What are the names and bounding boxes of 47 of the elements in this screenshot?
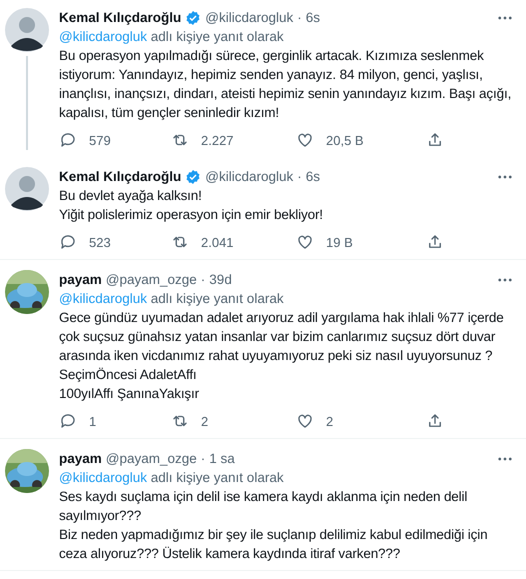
like-count: 2 bbox=[326, 414, 334, 428]
retweet-count: 2.041 bbox=[201, 234, 234, 250]
heart-icon[interactable] bbox=[296, 233, 314, 251]
tweet-time[interactable]: 6s bbox=[306, 8, 320, 27]
tweet-text: Ses kaydı suçlama için delil ise kamera kaydı aklanma için neden delil sayılmıyor??? bbox=[59, 488, 468, 525]
reply-count: 579 bbox=[89, 132, 111, 148]
separator-dot: · bbox=[297, 168, 302, 186]
separator-dot: · bbox=[200, 271, 206, 289]
tweet-text: Bu devlet ayağa kalksın! bbox=[59, 187, 203, 205]
retweet-count: 2 bbox=[201, 414, 208, 428]
author-handle[interactable]: @payam_ozge bbox=[106, 449, 197, 468]
author-name[interactable]: payam bbox=[59, 270, 102, 289]
heart-icon[interactable] bbox=[296, 412, 314, 430]
author-name[interactable]: Kemal Kılıçdaroğlu bbox=[59, 167, 182, 186]
reply-context: @kilicdarogluk adlı kişiye yanıt olarak bbox=[59, 469, 285, 487]
reply-icon[interactable] bbox=[59, 412, 77, 430]
tweet-text: SeçimÖncesi AdaletAffı bbox=[59, 366, 198, 384]
author-handle[interactable]: @kilicdarogluk bbox=[205, 8, 294, 27]
avatar-icon[interactable] bbox=[5, 8, 49, 52]
separator-dot: · bbox=[297, 9, 302, 27]
tweet-text: Gece gündüz uyumadan adalet arıyoruz adil yargılama hak ihlali %77 içerde çok suçsuz günahsız yatan insanlar var bizim canlarımız suçsuz dört duvar arasında iken vicdanımız rahat uyuyamıyoruz peki siz nasıl uyuyorsunuz ? bbox=[59, 309, 505, 365]
tweet-time[interactable]: 39d bbox=[209, 270, 232, 289]
separator-dot: · bbox=[200, 450, 206, 468]
heart-icon[interactable] bbox=[296, 131, 314, 149]
tweet-time[interactable]: 6s bbox=[306, 167, 320, 186]
author-name[interactable]: Kemal Kılıçdaroğlu bbox=[59, 8, 182, 27]
tweet-text: Bu operasyon yapılmadığı sürece, gerginlik artacak. Kızımıza seslenmek istiyorum: Yanındayız, hepimiz senden yanayız. 84 milyon, genci, yaşlısı, inançlısı, inançsızı, dindarı, ateisti hepimiz senin yanındayız kızım. Başı açığı, kapalısı, tüm gençler seninledir kızım! bbox=[59, 47, 512, 122]
reply-icon[interactable] bbox=[59, 131, 77, 149]
author-name[interactable]: payam bbox=[59, 449, 102, 468]
tweet-time[interactable]: 1 sa bbox=[209, 449, 235, 468]
share-icon[interactable] bbox=[426, 233, 444, 251]
reply-icon[interactable] bbox=[59, 233, 77, 251]
share-icon[interactable] bbox=[426, 412, 444, 430]
reply-context: @kilicdarogluk adlı kişiye yanıt olarak bbox=[59, 28, 285, 46]
reply-count: 523 bbox=[89, 234, 111, 250]
author-handle[interactable]: @payam_ozge bbox=[106, 270, 197, 289]
like-count: 19 B bbox=[326, 234, 353, 250]
tweet-text: Yiğit polislerimiz operasyon için emir bekliyor! bbox=[59, 206, 324, 224]
like-count: 20,5 B bbox=[326, 132, 364, 148]
reply-context: @kilicdarogluk adlı kişiye yanıt olarak bbox=[59, 290, 285, 308]
author-handle[interactable]: @kilicdarogluk bbox=[205, 167, 294, 186]
reply-count: 1 bbox=[89, 414, 96, 428]
avatar-icon[interactable] bbox=[5, 167, 49, 211]
tweet-text: 100yılAffı ŞanınaYakışır bbox=[59, 385, 200, 403]
tweet-text: Biz neden yapmadığımız bir şey ile suçlanıp delilimiz kabul edilmediği için ceza alıyoruz??? Üstelik kamera kaydında itiraf varken??? bbox=[59, 526, 488, 563]
retweet-count: 2.227 bbox=[201, 132, 234, 148]
share-icon[interactable] bbox=[426, 131, 444, 149]
